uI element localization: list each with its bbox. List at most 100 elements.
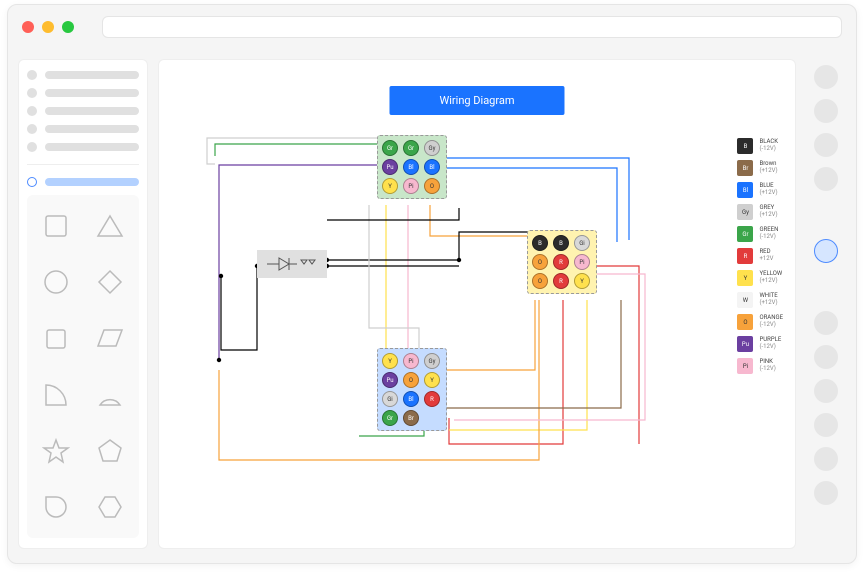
right-tool[interactable] (814, 413, 838, 437)
shape-parallelogram-icon[interactable] (96, 324, 124, 352)
legend-label: PURPLE(-12V) (759, 337, 781, 350)
pin-r[interactable]: R (553, 254, 569, 270)
right-tool[interactable] (814, 99, 838, 123)
pin-o[interactable]: O (532, 254, 548, 270)
legend-label: ORANGE(-12V) (759, 315, 783, 328)
pin-y[interactable]: Y (424, 372, 440, 388)
right-sidebar (806, 59, 846, 549)
legend-label: Brown(+12V) (759, 161, 777, 174)
connector-right[interactable]: BB Gi OR Pi ORY (527, 230, 597, 294)
shape-triangle-icon[interactable] (96, 212, 124, 240)
right-tool[interactable] (814, 345, 838, 369)
sidebar-item[interactable] (27, 106, 139, 116)
legend-swatch: O (737, 314, 753, 330)
pin-r[interactable]: R (424, 391, 440, 407)
pin-pu[interactable]: Pu (382, 159, 398, 175)
diode-icon (267, 256, 317, 272)
legend-label: RED+12V (759, 249, 773, 262)
pin-pi[interactable]: Pi (403, 353, 419, 369)
pin-bl[interactable]: Bl (403, 159, 419, 175)
legend-row: GyGREY(+12V) (737, 204, 783, 220)
legend-label: WHITE(+12V) (759, 293, 777, 306)
shape-halfpill-icon[interactable] (96, 381, 124, 409)
connector-top[interactable]: Gr Gr Gy Pu Bl Bl Y Pi O (377, 135, 447, 199)
pin-o[interactable]: O (424, 178, 440, 194)
shape-star-icon[interactable] (42, 437, 70, 465)
legend-swatch: Y (737, 270, 753, 286)
left-sidebar (18, 59, 148, 549)
right-tool[interactable] (814, 311, 838, 335)
shape-hexagon-icon[interactable] (96, 493, 124, 521)
pin-bl[interactable]: Bl (403, 391, 419, 407)
sidebar-item-active[interactable] (27, 177, 139, 187)
shape-pentagon-icon[interactable] (96, 437, 124, 465)
right-tool[interactable] (814, 379, 838, 403)
sidebar-item[interactable] (27, 88, 139, 98)
legend-row: W WHITE(+12V) (737, 292, 783, 308)
legend-swatch: Pi (737, 358, 753, 374)
pin-b[interactable]: B (553, 235, 569, 251)
shape-diamond-icon[interactable] (96, 268, 124, 296)
legend-row: PuPURPLE(-12V) (737, 336, 783, 352)
right-tool[interactable] (814, 65, 838, 89)
right-tool-active[interactable] (814, 239, 838, 263)
shape-circle-icon[interactable] (42, 268, 70, 296)
right-tool[interactable] (814, 481, 838, 505)
pin-gy[interactable]: Gy (424, 353, 440, 369)
pin-r[interactable]: R (553, 273, 569, 289)
pin-bl[interactable]: Bl (424, 159, 440, 175)
pin-b[interactable]: B (532, 235, 548, 251)
legend-label: YELLOW(+12V) (759, 271, 782, 284)
legend-row: BlBLUE(+12V) (737, 182, 783, 198)
sidebar-item[interactable] (27, 70, 139, 80)
pin-gr[interactable]: Gr (382, 410, 398, 426)
connector-bottom[interactable]: Y Pi Gy Pu OY Gi Bl R Gr Br (377, 348, 447, 431)
pin-gr[interactable]: Gr (382, 140, 398, 156)
sidebar-item[interactable] (27, 142, 139, 152)
legend-swatch: Gr (737, 226, 753, 242)
component-diode[interactable] (257, 250, 327, 278)
shape-cylinder-icon[interactable] (42, 324, 70, 352)
pin-br[interactable]: Br (403, 410, 419, 426)
shape-square-icon[interactable] (42, 212, 70, 240)
pin-pu[interactable]: Pu (382, 372, 398, 388)
shape-drop-icon[interactable] (42, 493, 70, 521)
pin-y[interactable]: Y (382, 353, 398, 369)
right-tool[interactable] (814, 133, 838, 157)
pin-y[interactable]: Y (574, 273, 590, 289)
legend-swatch: Gy (737, 204, 753, 220)
pin-o[interactable]: O (403, 372, 419, 388)
pin-gr[interactable]: Gr (403, 140, 419, 156)
legend-row: Y YELLOW(+12V) (737, 270, 783, 286)
minimize-icon[interactable] (42, 21, 54, 33)
wiring-svg (159, 60, 795, 548)
pin-y[interactable]: Y (382, 178, 398, 194)
app-window: Wiring Diagram GrGrGyPuBlBlYPiOBBGiORPiO… (7, 4, 857, 564)
pin-o[interactable]: O (532, 273, 548, 289)
legend-row: Pi PINK(-12V) (737, 358, 783, 374)
diagram-canvas[interactable]: Wiring Diagram GrGrGyPuBlBlYPiOBBGiORPiO… (158, 59, 796, 549)
legend-swatch: R (737, 248, 753, 264)
legend-row: BBLACK(-12V) (737, 138, 783, 154)
sidebar-item[interactable] (27, 124, 139, 134)
pin-pi[interactable]: Pi (574, 254, 590, 270)
pin-pi[interactable]: Pi (403, 178, 419, 194)
legend-swatch: W (737, 292, 753, 308)
legend-swatch: Br (737, 160, 753, 176)
address-bar[interactable] (102, 16, 842, 38)
shape-quarter-icon[interactable] (42, 381, 70, 409)
legend-row: Br Brown(+12V) (737, 160, 783, 176)
legend-label: BLUE(+12V) (759, 183, 777, 196)
legend-row: GrGREEN(-12V) (737, 226, 783, 242)
pin-gi[interactable]: Gi (574, 235, 590, 251)
legend-row: O ORANGE(-12V) (737, 314, 783, 330)
color-legend: BBLACK(-12V)BrBrown(+12V)BlBLUE(+12V)GyG… (737, 138, 783, 374)
pin-gi[interactable]: Gi (382, 391, 398, 407)
right-tool[interactable] (814, 447, 838, 471)
right-tool[interactable] (814, 167, 838, 191)
pin-gy[interactable]: Gy (424, 140, 440, 156)
legend-label: PINK(-12V) (759, 359, 775, 372)
maximize-icon[interactable] (62, 21, 74, 33)
legend-label: BLACK(-12V) (759, 139, 778, 152)
close-icon[interactable] (22, 21, 34, 33)
